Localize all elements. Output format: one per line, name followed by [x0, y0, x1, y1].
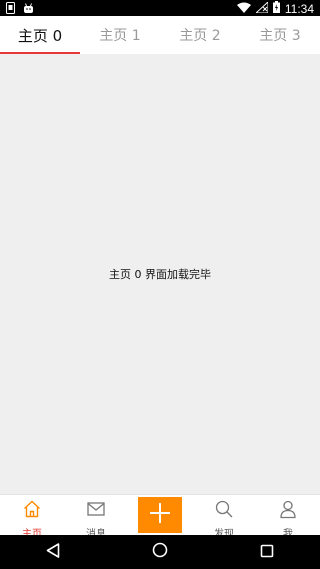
tab-home-0[interactable]: 主页 0 [0, 16, 80, 54]
home-circle-icon [152, 542, 168, 562]
status-bar: 11:34 [0, 0, 320, 16]
system-nav-bar [0, 535, 320, 569]
wifi-icon [236, 2, 251, 16]
system-home-button[interactable] [140, 537, 180, 567]
recents-icon [260, 543, 274, 562]
home-icon [22, 499, 42, 523]
nav-discover[interactable]: 发现 [192, 495, 256, 540]
clock: 11:34 [284, 1, 314, 16]
tab-home-1[interactable]: 主页 1 [80, 16, 160, 54]
search-icon [214, 499, 234, 523]
load-complete-message: 主页 0 界面加载完毕 [109, 268, 211, 281]
mail-icon [86, 499, 106, 523]
android-icon [23, 2, 34, 17]
recents-button[interactable] [247, 537, 287, 567]
tab-home-3[interactable]: 主页 3 [240, 16, 320, 54]
main-content: 主页 0 界面加载完毕 [0, 54, 320, 494]
nav-messages[interactable]: 消息 [64, 495, 128, 540]
no-signal-icon [254, 0, 269, 16]
bottom-nav: 主页 消息 发现 我 [0, 494, 320, 540]
tab-home-2[interactable]: 主页 2 [160, 16, 240, 54]
nav-me[interactable]: 我 [256, 495, 320, 540]
back-button[interactable] [33, 537, 73, 567]
sim-icon [6, 2, 15, 17]
add-button[interactable] [138, 497, 182, 533]
person-icon [278, 499, 298, 523]
back-icon [46, 542, 60, 562]
battery-icon [272, 1, 280, 16]
nav-home[interactable]: 主页 [0, 495, 64, 540]
plus-icon [149, 502, 171, 528]
top-tab-bar: 主页 0 主页 1 主页 2 主页 3 [0, 16, 320, 54]
